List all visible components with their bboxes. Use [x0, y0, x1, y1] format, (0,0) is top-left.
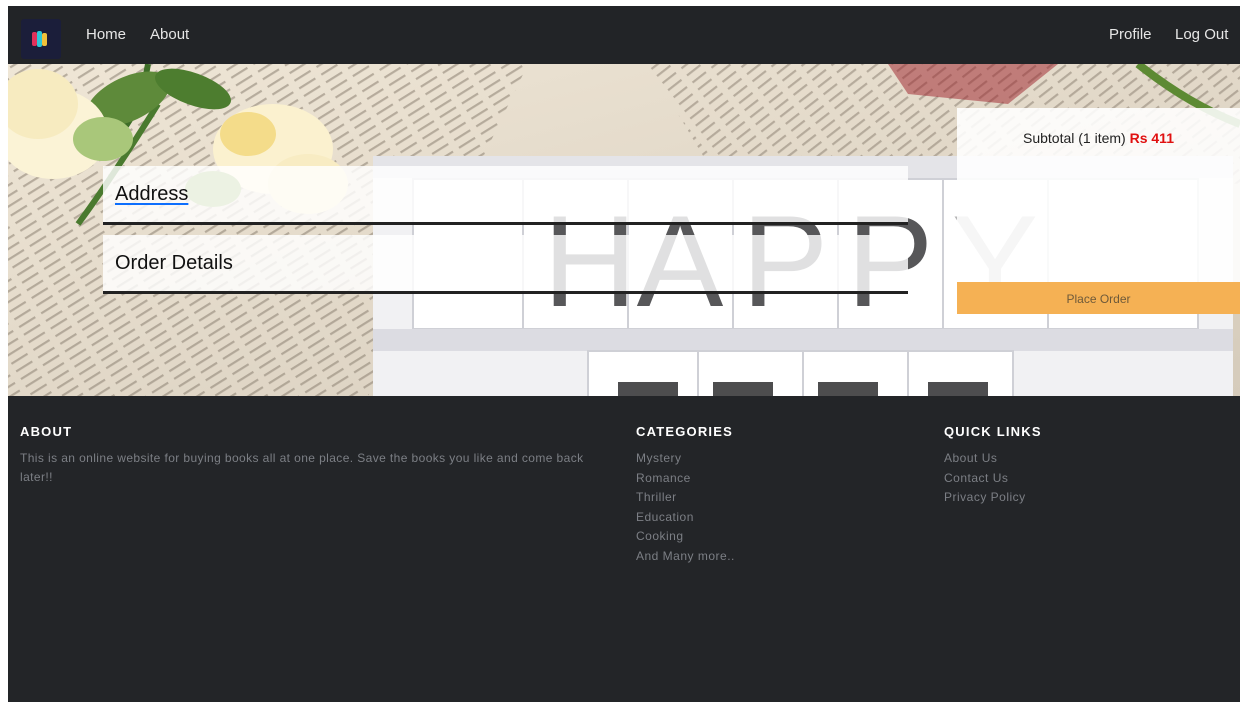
checkout-hero: H A P P Y — [8, 64, 1240, 396]
quick-link-contact-us[interactable]: Contact Us — [944, 469, 1026, 489]
order-details-title: Order Details — [115, 252, 233, 274]
footer-about-text: This is an online website for buying boo… — [20, 451, 584, 484]
book-stack-logo-icon — [32, 31, 47, 47]
subtotal-label: Subtotal (1 item) — [1023, 130, 1126, 146]
footer-about-heading: ABOUT — [20, 424, 73, 439]
address-section: Address — [103, 166, 908, 225]
subtotal-line: Subtotal (1 item) Rs 411 — [957, 130, 1240, 146]
category-link-mystery[interactable]: Mystery — [636, 449, 735, 469]
category-link-romance[interactable]: Romance — [636, 469, 735, 489]
footer-quick-links-list: About Us Contact Us Privacy Policy — [944, 449, 1026, 508]
address-link[interactable]: Address — [115, 183, 188, 206]
category-link-education[interactable]: Education — [636, 508, 735, 528]
footer-categories-heading: CATEGORIES — [636, 424, 733, 439]
subtotal-amount: Rs 411 — [1129, 130, 1174, 146]
order-summary-card: Subtotal (1 item) Rs 411 Place Order — [957, 108, 1240, 314]
quick-link-about-us[interactable]: About Us — [944, 449, 1026, 469]
footer-categories-list: Mystery Romance Thriller Education Cooki… — [636, 449, 735, 566]
site-footer: ABOUT This is an online website for buyi… — [8, 396, 1240, 702]
nav-profile-link[interactable]: Profile — [1109, 26, 1152, 43]
category-link-more[interactable]: And Many more.. — [636, 547, 735, 567]
category-link-cooking[interactable]: Cooking — [636, 527, 735, 547]
app-frame: Home About Profile Log Out Address Order… — [8, 6, 1240, 702]
place-order-button[interactable]: Place Order — [957, 282, 1240, 314]
nav-about-link[interactable]: About — [150, 26, 189, 43]
nav-logout-link[interactable]: Log Out — [1175, 26, 1228, 43]
footer-quick-links-heading: QUICK LINKS — [944, 424, 1042, 439]
top-navbar: Home About Profile Log Out — [8, 6, 1240, 64]
nav-home-link[interactable]: Home — [86, 26, 126, 43]
quick-link-privacy-policy[interactable]: Privacy Policy — [944, 488, 1026, 508]
category-link-thriller[interactable]: Thriller — [636, 488, 735, 508]
brand-logo[interactable] — [21, 19, 61, 59]
order-details-section: Order Details — [103, 235, 908, 294]
